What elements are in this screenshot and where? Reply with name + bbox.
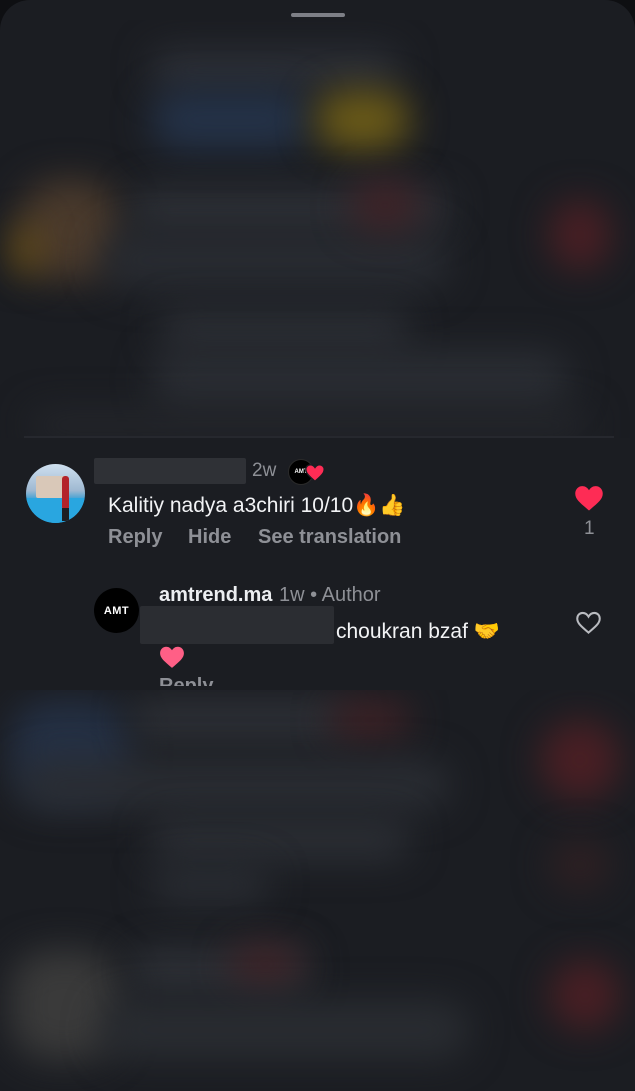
redacted-username[interactable]: [94, 458, 246, 484]
reply-button[interactable]: Reply: [108, 526, 162, 549]
creator-heart-badge-icon: [305, 464, 325, 483]
commenter-avatar[interactable]: [26, 464, 85, 523]
like-count: 1: [584, 518, 595, 539]
blurred-comments-top: [0, 20, 635, 438]
pink-heart-emoji-icon: [160, 646, 184, 668]
author-label: Author: [321, 584, 381, 606]
comment-time: 2w: [252, 460, 277, 481]
heart-outline-icon[interactable]: [575, 610, 602, 635]
comments-sheet: 2w AMT Kalitiy nadya a3chiri 10/10🔥👍 Rep…: [0, 0, 635, 1091]
author-avatar[interactable]: AMT: [94, 588, 139, 633]
reply-username[interactable]: amtrend.ma: [159, 584, 272, 607]
reply-time: 1w: [279, 584, 305, 606]
see-translation-button[interactable]: See translation: [258, 526, 401, 549]
comment-text: Kalitiy nadya a3chiri 10/10🔥👍: [108, 494, 406, 517]
reply-action-cut[interactable]: Reply: [159, 676, 219, 686]
meta-separator: •: [310, 584, 318, 606]
divider: [24, 436, 614, 438]
blurred-comments-bottom: [0, 690, 635, 1091]
hide-button[interactable]: Hide: [188, 526, 231, 549]
reply-meta: 1w • Author: [279, 584, 381, 607]
drag-handle[interactable]: [291, 13, 345, 17]
redacted-mention: [140, 606, 334, 644]
heart-filled-icon[interactable]: [574, 484, 604, 512]
reply-text: choukran bzaf 🤝: [336, 620, 500, 643]
